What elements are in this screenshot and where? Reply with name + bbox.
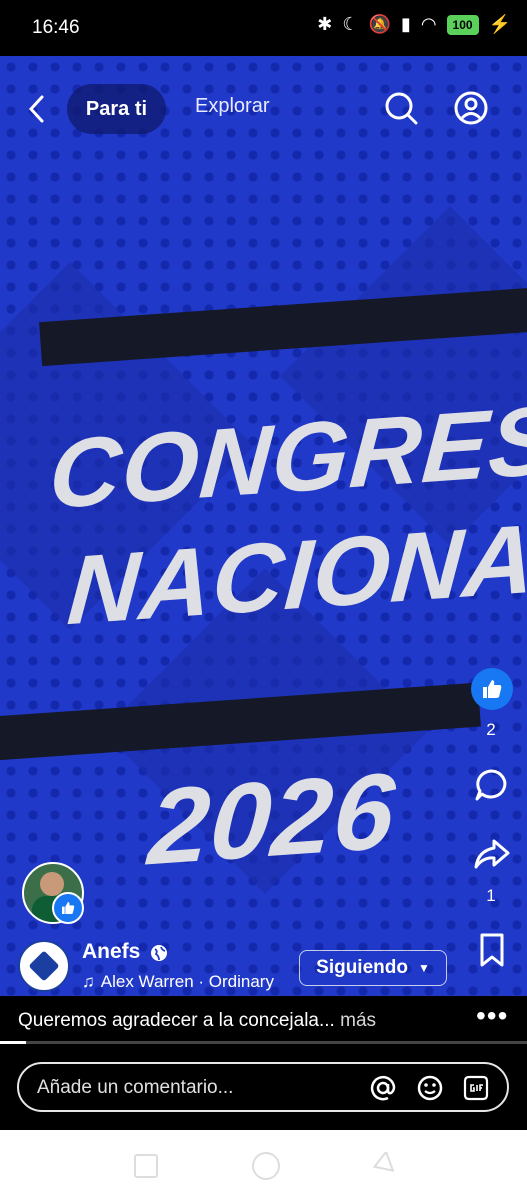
battery-indicator: 100 [446, 14, 479, 35]
poster-year: 2026 [144, 749, 400, 888]
progress-track[interactable] [0, 1041, 527, 1044]
share-button[interactable] [471, 834, 513, 874]
mute-icon: 🔕 [368, 14, 391, 34]
like-count: 2 [486, 720, 496, 739]
wifi-icon: ◠ [420, 14, 437, 34]
globe-icon [150, 944, 168, 967]
music-info[interactable]: ♫ Alex Warren · Ordinary [82, 972, 274, 992]
system-nav-bar [0, 1130, 527, 1200]
share-count: 1 [486, 886, 496, 905]
caption-more-link[interactable]: más [340, 1010, 376, 1031]
signal-icon: ▮ [400, 14, 411, 34]
home-icon[interactable] [252, 1152, 280, 1180]
progress-fill [0, 1041, 26, 1044]
comment-placeholder: Añade un comentario... [37, 1077, 234, 1098]
caret-down-icon: ▼ [417, 961, 430, 975]
author-avatar[interactable] [18, 940, 70, 992]
reaction-like-badge [52, 892, 84, 924]
profile-button[interactable] [452, 89, 490, 127]
tab-para-ti[interactable]: Para ti [67, 84, 166, 134]
music-note-icon: ♫ [82, 972, 95, 991]
comment-button[interactable] [472, 765, 512, 805]
caption-text: Queremos agradecer a la concejala... [18, 1010, 335, 1031]
tab-explorar[interactable]: Explorar [195, 95, 269, 118]
more-options-icon[interactable]: ••• [476, 1000, 508, 1032]
author-name[interactable]: Anefs [82, 940, 140, 964]
bluetooth-icon: ✱ [317, 14, 333, 34]
status-bar: 16:46 ✱ ☾ 🔕 ▮ ◠ 100 ⚡ [0, 0, 527, 56]
comment-input[interactable]: Añade un comentario... [17, 1062, 509, 1112]
thumbs-up-icon [62, 902, 75, 914]
user-icon [454, 91, 488, 125]
thumbs-up-icon [483, 680, 502, 698]
comment-icon [475, 769, 507, 801]
status-time: 16:46 [32, 17, 80, 38]
following-label: Siguiendo [316, 957, 408, 978]
emoji-icon[interactable] [416, 1074, 444, 1107]
reel-poster[interactable]: CONGRESO NACIONAL 2026 [0, 56, 527, 996]
chevron-left-icon [28, 95, 44, 123]
mention-icon[interactable] [369, 1074, 397, 1107]
search-icon [385, 92, 418, 125]
save-button[interactable] [474, 930, 510, 970]
back-button[interactable] [20, 92, 54, 126]
recents-icon[interactable] [134, 1154, 158, 1178]
share-icon [474, 839, 510, 869]
bookmark-icon [480, 933, 504, 967]
gif-icon[interactable] [462, 1074, 490, 1107]
moon-icon: ☾ [342, 14, 359, 34]
status-icons: ✱ ☾ 🔕 ▮ ◠ 100 ⚡ [317, 14, 511, 35]
reel-caption[interactable]: Queremos agradecer a la concejala... más [18, 1010, 376, 1032]
search-button[interactable] [382, 89, 420, 127]
like-button[interactable] [471, 668, 513, 710]
back-nav-icon[interactable] [370, 1149, 395, 1181]
music-title: Alex Warren · Ordinary [100, 972, 274, 991]
following-button[interactable]: Siguiendo ▼ [299, 950, 447, 986]
charging-icon: ⚡ [488, 14, 511, 34]
